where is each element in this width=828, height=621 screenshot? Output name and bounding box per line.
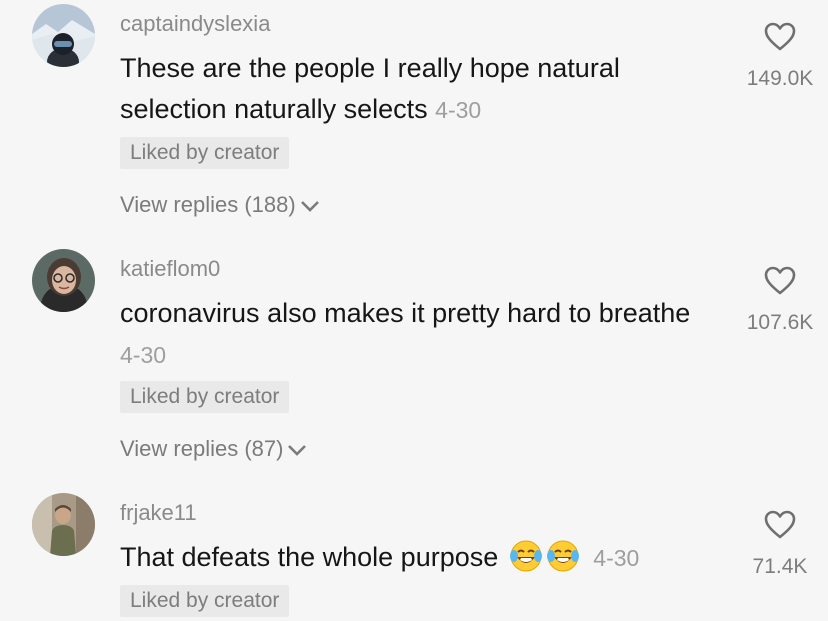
heart-outline-icon[interactable] bbox=[730, 266, 828, 301]
chevron-down-icon bbox=[287, 437, 307, 463]
view-replies-button[interactable]: View replies (188) bbox=[120, 192, 320, 219]
avatar[interactable] bbox=[32, 249, 95, 312]
liked-by-creator-badge: Liked by creator bbox=[120, 381, 290, 413]
comment-date: 4-30 bbox=[120, 342, 167, 368]
person-room-photo bbox=[32, 493, 95, 556]
avatar[interactable] bbox=[32, 493, 95, 556]
comment-date: 4-30 bbox=[435, 97, 482, 123]
tears-of-joy-emoji bbox=[509, 539, 543, 573]
like-count: 149.0K bbox=[746, 67, 814, 90]
like-count: 107.6K bbox=[746, 311, 814, 334]
comment-list: captaindyslexia These are the people I r… bbox=[0, 0, 828, 621]
comment-text: coronavirus also makes it pretty hard to… bbox=[120, 298, 691, 328]
like-control: 149.0K bbox=[730, 22, 828, 91]
avatar[interactable] bbox=[32, 4, 95, 67]
comment-text-block: That defeats the whole purpose 4-30 bbox=[120, 537, 700, 579]
comment-text: That defeats the whole purpose bbox=[120, 542, 499, 572]
woman-glasses-photo bbox=[32, 249, 95, 312]
tears-of-joy-emoji bbox=[546, 539, 580, 573]
username[interactable]: captaindyslexia bbox=[120, 11, 270, 37]
heart-outline-icon[interactable] bbox=[730, 510, 828, 545]
username[interactable]: frjake11 bbox=[120, 500, 197, 526]
comment-date: 4-30 bbox=[593, 545, 640, 571]
view-replies-button[interactable]: View replies (87) bbox=[120, 436, 307, 463]
skier-helmet-photo bbox=[32, 4, 95, 67]
comment-text-block: These are the people I really hope natur… bbox=[120, 48, 700, 131]
view-replies-label: View replies (87) bbox=[120, 436, 284, 461]
like-count: 71.4K bbox=[752, 555, 808, 578]
like-control: 71.4K bbox=[730, 510, 828, 579]
username[interactable]: katieflom0 bbox=[120, 256, 220, 282]
chevron-down-icon bbox=[300, 193, 320, 219]
comment-text: These are the people I really hope natur… bbox=[120, 53, 620, 124]
liked-by-creator-badge: Liked by creator bbox=[120, 137, 290, 169]
like-control: 107.6K bbox=[730, 266, 828, 335]
liked-by-creator-badge: Liked by creator bbox=[120, 585, 290, 617]
view-replies-label: View replies (188) bbox=[120, 192, 296, 217]
heart-outline-icon[interactable] bbox=[730, 22, 828, 57]
comment-text-block: coronavirus also makes it pretty hard to… bbox=[120, 293, 700, 376]
